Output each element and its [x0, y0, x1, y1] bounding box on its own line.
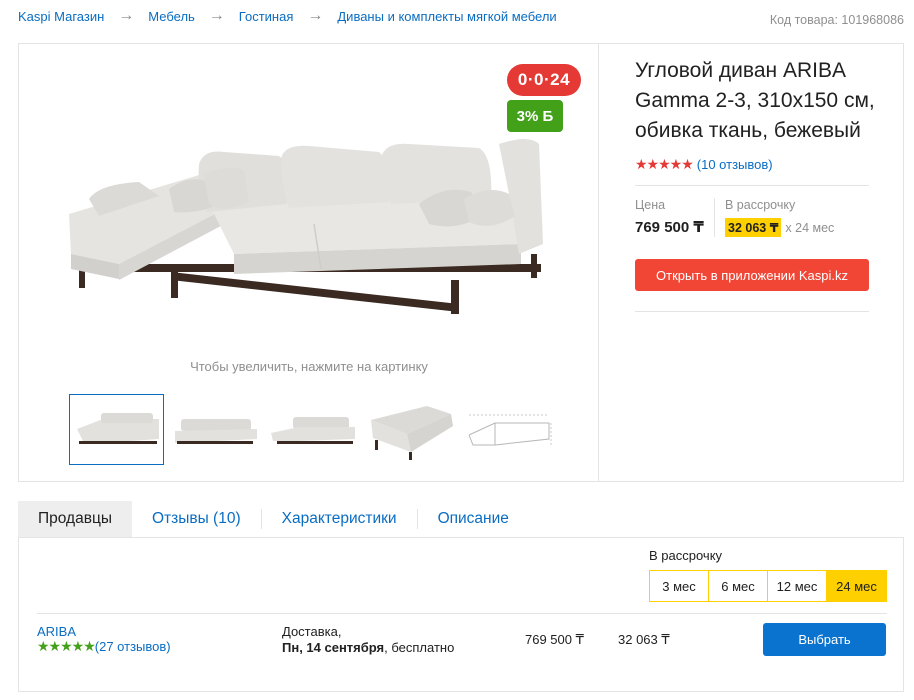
- delivery-date: Пн, 14 сентября: [282, 640, 385, 655]
- period-option-24[interactable]: 24 мес: [827, 571, 886, 601]
- delivery-cost: , бесплатно: [384, 640, 455, 655]
- thumbnail-2[interactable]: [167, 394, 262, 465]
- delivery-info: Доставка, Пн, 14 сентября, бесплатно: [282, 624, 454, 656]
- product-tabs: Продавцы Отзывы (10) Характеристики Опис…: [18, 501, 904, 538]
- rating-stars-icon: ★★★★★: [635, 156, 694, 172]
- installment-amount: 32 063 ₸: [725, 218, 782, 237]
- open-in-app-button[interactable]: Открыть в приложении Kaspi.kz: [635, 259, 869, 291]
- tab-reviews[interactable]: Отзывы (10): [132, 501, 261, 537]
- seller-name-link[interactable]: ARIBA: [37, 624, 76, 639]
- bonus-badge: 3% Б: [507, 100, 563, 132]
- arrow-right-icon: →: [208, 7, 225, 24]
- divider: [37, 613, 887, 614]
- arrow-right-icon: →: [307, 7, 324, 24]
- reviews-link[interactable]: (10 отзывов): [697, 157, 773, 172]
- installment-badge: 0·0·24: [507, 64, 581, 96]
- price-label: Цена: [635, 198, 666, 212]
- arrow-right-icon: →: [118, 7, 135, 24]
- thumbnail-5-drawing[interactable]: [461, 394, 556, 465]
- price-block: Цена 769 500 ₸ В рассрочку 32 063 ₸ x 24…: [635, 198, 875, 237]
- sellers-panel: В рассрочку 3 мес 6 мес 12 мес 24 мес AR…: [18, 538, 904, 692]
- breadcrumb: Kaspi Магазин → Мебель → Гостиная → Дива…: [18, 8, 557, 24]
- breadcrumb-item-shop[interactable]: Kaspi Магазин: [18, 9, 104, 24]
- breadcrumb-item-living-room[interactable]: Гостиная: [239, 9, 294, 24]
- seller-rating: ★★★★★ (27 отзывов): [37, 638, 171, 655]
- product-gallery: 0·0·24 3% Б Чтобы увеличить, нажмите на …: [19, 44, 599, 481]
- breadcrumb-item-sofas[interactable]: Диваны и комплекты мягкой мебели: [337, 9, 556, 24]
- thumbnail-strip: [69, 394, 559, 465]
- product-info: Угловой диван ARIBA Gamma 2-3, 310x150 с…: [635, 56, 875, 312]
- product-card: 0·0·24 3% Б Чтобы увеличить, нажмите на …: [18, 43, 904, 482]
- installment-term: x 24 мес: [785, 220, 835, 235]
- zoom-hint: Чтобы увеличить, нажмите на картинку: [190, 359, 428, 374]
- main-product-image[interactable]: [59, 104, 559, 364]
- product-title: Угловой диван ARIBA Gamma 2-3, 310x150 с…: [635, 59, 875, 142]
- thumbnail-3[interactable]: [265, 394, 360, 465]
- tab-sellers[interactable]: Продавцы: [18, 501, 132, 537]
- tab-specifications[interactable]: Характеристики: [262, 501, 417, 537]
- installment-label: В рассрочку: [725, 198, 796, 212]
- product-rating: ★★★★★ (10 отзывов): [635, 156, 875, 173]
- period-option-12[interactable]: 12 мес: [768, 571, 827, 601]
- delivery-label: Доставка,: [282, 624, 342, 639]
- seller-reviews-link[interactable]: (27 отзывов): [95, 639, 171, 654]
- breadcrumb-item-furniture[interactable]: Мебель: [148, 9, 195, 24]
- installment-period-label: В рассрочку: [649, 548, 723, 563]
- divider: [635, 311, 869, 312]
- product-code: Код товара: 101968086: [769, 13, 904, 27]
- price-value: 769 500 ₸: [635, 219, 704, 236]
- seller-price: 769 500 ₸: [525, 632, 584, 647]
- seller-installment: 32 063 ₸: [618, 632, 670, 647]
- period-option-3[interactable]: 3 мес: [650, 571, 709, 601]
- rating-stars-icon: ★★★★★: [37, 638, 96, 654]
- thumbnail-1[interactable]: [69, 394, 164, 465]
- thumbnail-4[interactable]: [363, 394, 458, 465]
- divider: [635, 185, 869, 186]
- choose-seller-button[interactable]: Выбрать: [763, 623, 886, 656]
- period-option-6[interactable]: 6 мес: [709, 571, 768, 601]
- tab-description[interactable]: Описание: [418, 501, 529, 537]
- installment-period-selector: 3 мес 6 мес 12 мес 24 мес: [649, 570, 887, 602]
